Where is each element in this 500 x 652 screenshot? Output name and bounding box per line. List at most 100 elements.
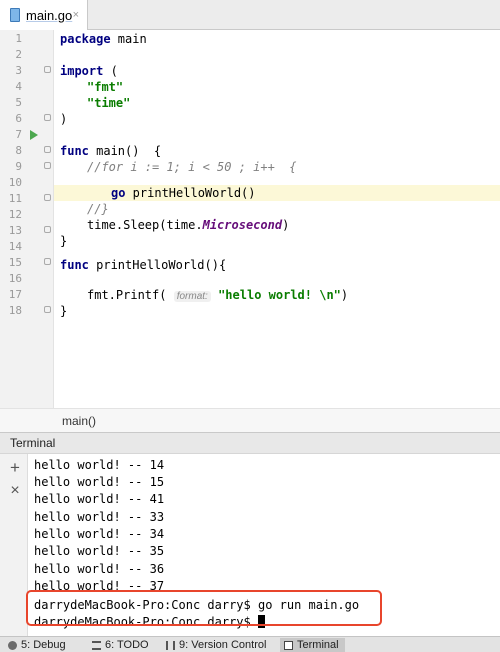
line-number: 11 bbox=[8, 192, 22, 205]
terminal-tool-button[interactable]: Terminal bbox=[280, 638, 345, 652]
close-tab-icon[interactable]: × bbox=[73, 9, 79, 21]
code-line: go printHelloWorld() bbox=[111, 185, 256, 201]
terminal-line: hello world! -- 37 bbox=[34, 579, 165, 593]
line-number: 9 bbox=[15, 160, 22, 173]
fold-icon[interactable] bbox=[44, 306, 51, 313]
fold-icon[interactable] bbox=[44, 66, 51, 73]
constant: Microsecond bbox=[202, 218, 283, 232]
fold-icon[interactable] bbox=[44, 146, 51, 153]
keyword: go bbox=[111, 186, 126, 200]
terminal-icon bbox=[284, 640, 293, 650]
vcs-icon bbox=[166, 640, 175, 650]
line-number: 13 bbox=[8, 224, 22, 237]
code-line: } bbox=[60, 234, 68, 248]
terminal-line: hello world! -- 33 bbox=[34, 510, 165, 524]
terminal-line: hello world! -- 14 bbox=[34, 458, 165, 472]
code-line: "time" bbox=[87, 95, 130, 111]
line-number: 4 bbox=[15, 80, 22, 93]
string-literal: "fmt" bbox=[87, 80, 124, 94]
run-icon[interactable] bbox=[30, 130, 38, 140]
terminal-cursor bbox=[257, 615, 265, 628]
code-text: printHelloWorld() bbox=[125, 186, 256, 200]
code-line: "fmt" bbox=[87, 79, 123, 95]
code-text: ) bbox=[340, 288, 349, 302]
terminal-line: hello world! -- 41 bbox=[34, 492, 165, 506]
line-number: 15 bbox=[8, 256, 22, 269]
line-number: 17 bbox=[8, 288, 22, 301]
string-literal: "time" bbox=[87, 96, 131, 110]
code-line: fmt.Printf( format: "hello world! \n") bbox=[87, 287, 348, 305]
debug-tool-button[interactable]: 5: Debug bbox=[8, 638, 66, 652]
line-number: 16 bbox=[8, 272, 22, 285]
fold-icon[interactable] bbox=[44, 194, 51, 201]
line-number: 2 bbox=[15, 48, 22, 61]
keyword: package bbox=[60, 32, 111, 46]
code-line: import ( bbox=[60, 63, 118, 79]
terminal-header: Terminal bbox=[0, 432, 500, 454]
code-text: main bbox=[110, 32, 147, 46]
close-session-icon[interactable]: × bbox=[8, 482, 22, 500]
line-number: 14 bbox=[8, 240, 22, 253]
keyword: import bbox=[60, 64, 104, 78]
editor-gutter: 1 2 3 4 5 6 7 8 9 10 11 12 13 14 15 16 1… bbox=[0, 30, 54, 408]
code-text: time.Sleep(time. bbox=[87, 218, 203, 232]
code-text: ) bbox=[282, 218, 290, 232]
code-editor[interactable]: package main import ( "fmt" "time" ) fun… bbox=[54, 30, 500, 408]
line-number: 8 bbox=[15, 144, 22, 157]
line-number: 12 bbox=[8, 208, 22, 221]
terminal-title: Terminal bbox=[10, 436, 56, 450]
code-line: func main() { bbox=[60, 143, 161, 159]
code-text: printHelloWorld(){ bbox=[88, 258, 227, 272]
fold-icon[interactable] bbox=[44, 258, 51, 265]
fold-icon[interactable] bbox=[44, 226, 51, 233]
new-session-icon[interactable]: + bbox=[8, 458, 22, 478]
todo-tool-button[interactable]: 6: TODO bbox=[92, 638, 149, 652]
line-number: 10 bbox=[8, 176, 22, 189]
version-control-tool-button[interactable]: 9: Version Control bbox=[166, 638, 266, 652]
terminal-output[interactable]: hello world! -- 14 hello world! -- 15 he… bbox=[28, 454, 500, 636]
terminal-line: hello world! -- 35 bbox=[34, 544, 165, 558]
line-number: 3 bbox=[15, 64, 22, 77]
comment: //} bbox=[87, 202, 109, 216]
todo-label: 6: TODO bbox=[105, 639, 149, 651]
code-text: main() { bbox=[88, 144, 162, 158]
breadcrumb-item[interactable]: main() bbox=[62, 414, 96, 428]
line-number: 6 bbox=[15, 112, 22, 125]
code-line: ) bbox=[60, 112, 68, 126]
list-icon bbox=[92, 640, 101, 650]
code-text: fmt.Printf( bbox=[87, 288, 167, 302]
tab-main-go[interactable]: main.go × bbox=[0, 0, 88, 30]
tab-label: main.go bbox=[26, 7, 73, 23]
go-file-icon bbox=[10, 8, 20, 22]
fold-icon[interactable] bbox=[44, 162, 51, 169]
code-line: //} bbox=[87, 201, 109, 217]
line-number: 7 bbox=[15, 128, 22, 141]
line-number: 1 bbox=[15, 32, 22, 45]
terminal-line: hello world! -- 15 bbox=[34, 475, 165, 489]
parameter-hint: format: bbox=[173, 291, 211, 302]
terminal-tool-label: Terminal bbox=[297, 639, 339, 651]
terminal-prompt-line: darrydeMacBook-Pro:Conc darry$ bbox=[34, 614, 265, 631]
terminal-line: hello world! -- 34 bbox=[34, 527, 165, 541]
keyword: func bbox=[60, 144, 89, 158]
bug-icon bbox=[8, 640, 17, 650]
code-line: //for i := 1; i < 50 ; i++ { bbox=[87, 159, 297, 175]
code-line: package main bbox=[60, 31, 147, 47]
terminal-toolbar: + × bbox=[0, 454, 28, 636]
keyword: func bbox=[60, 258, 89, 272]
code-line: func printHelloWorld(){ bbox=[60, 257, 226, 273]
code-line: } bbox=[60, 304, 68, 318]
breadcrumb: main() bbox=[0, 408, 500, 432]
comment: //for i := 1; i < 50 ; i++ { bbox=[87, 160, 297, 174]
tool-window-bar: 5: Debug 6: TODO 9: Version Control Term… bbox=[0, 636, 500, 652]
prompt-text: darrydeMacBook-Pro:Conc darry$ bbox=[34, 615, 258, 629]
vcs-label: 9: Version Control bbox=[179, 639, 267, 651]
terminal-line: hello world! -- 36 bbox=[34, 562, 165, 576]
string-literal: "hello world! \n" bbox=[218, 288, 341, 302]
line-number: 18 bbox=[8, 304, 22, 317]
fold-icon[interactable] bbox=[44, 114, 51, 121]
code-line: time.Sleep(time.Microsecond) bbox=[87, 217, 289, 233]
code-text: ( bbox=[103, 64, 118, 78]
debug-label: 5: Debug bbox=[21, 639, 66, 651]
terminal-prompt-line: darrydeMacBook-Pro:Conc darry$ go run ma… bbox=[34, 598, 360, 612]
